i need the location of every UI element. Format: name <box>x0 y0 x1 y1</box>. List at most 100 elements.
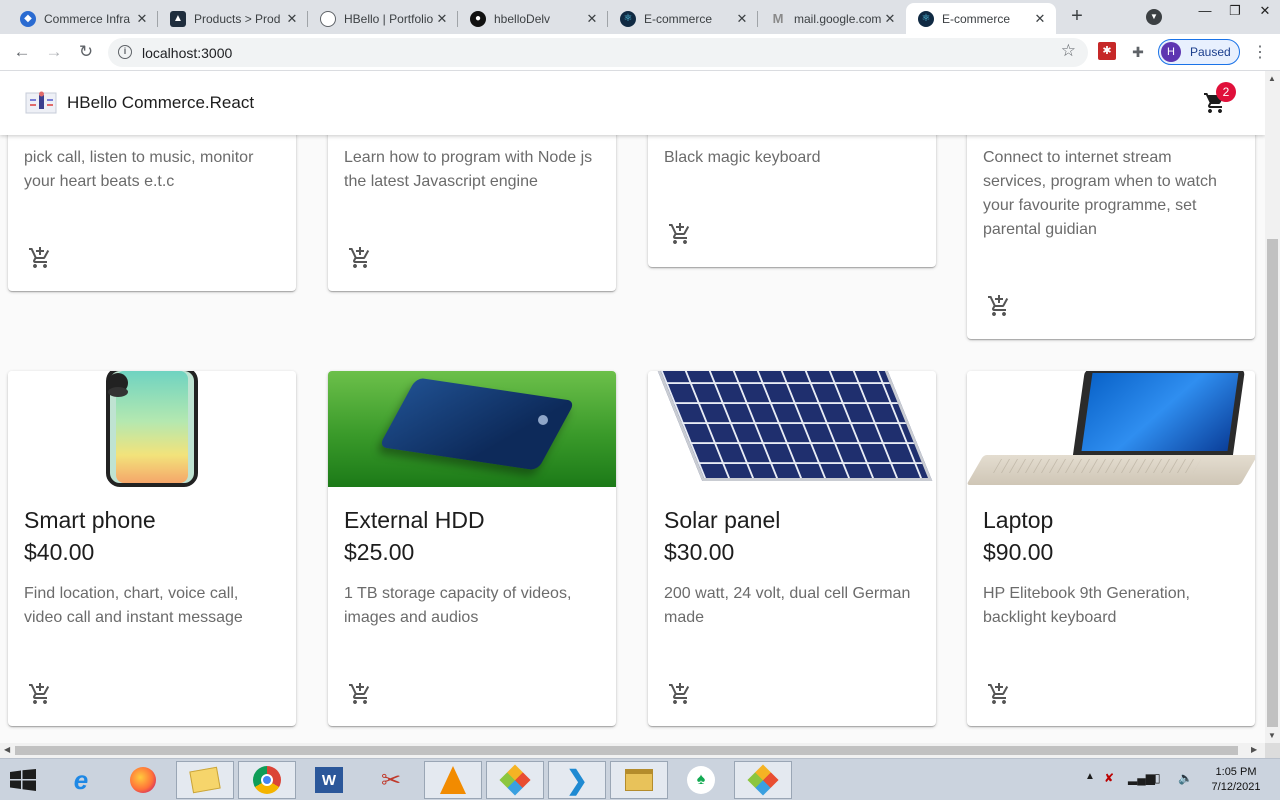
close-window-icon[interactable]: ✕ <box>1250 0 1280 30</box>
back-arrow-icon[interactable]: ← <box>10 40 34 64</box>
browser-tab[interactable]: ▲ Products > Prod ✕ <box>158 3 308 34</box>
horizontal-scrollbar[interactable]: ◀ ▶ <box>0 743 1265 758</box>
product-name: Smart phone <box>24 507 156 533</box>
product-price: $30.00 <box>664 539 735 565</box>
product-name: External HDD <box>344 507 485 533</box>
mongodb-icon[interactable]: ♠ <box>672 761 730 799</box>
url-input[interactable] <box>142 42 1022 63</box>
scroll-right-arrow-icon[interactable]: ▶ <box>1251 745 1257 754</box>
forward-arrow-icon[interactable]: → <box>42 40 66 64</box>
volume-icon[interactable]: 🔈 <box>1178 771 1193 785</box>
app-bar: HBello Commerce.React 2 <box>0 71 1265 135</box>
product-description: pick call, listen to music, monitor your… <box>24 149 254 190</box>
chrome-icon[interactable] <box>238 761 296 799</box>
site-info-icon[interactable]: i <box>118 45 132 59</box>
browser-toolbar: ← → ↻ i ☆ ✱ ✚ H Paused ⋮ <box>0 34 1280 71</box>
battery-icon[interactable]: ▯ <box>1154 771 1161 785</box>
github-icon: ● <box>470 10 486 27</box>
ie-icon[interactable]: e <box>52 761 110 799</box>
product-price: $25.00 <box>344 539 415 565</box>
product-card: Smart phone $40.00 Find location, chart,… <box>8 371 296 726</box>
git-icon[interactable] <box>486 761 544 799</box>
git-gui-icon[interactable] <box>734 761 792 799</box>
browser-tab[interactable]: M mail.google.com ✕ <box>758 3 906 34</box>
firefox-icon[interactable] <box>114 761 172 799</box>
tab-search-icon[interactable]: ▼ <box>1146 9 1162 25</box>
network-warning-icon[interactable]: ✘ <box>1104 771 1114 785</box>
scroll-down-arrow-icon[interactable]: ▼ <box>1268 731 1276 740</box>
profile-button[interactable]: H Paused <box>1158 39 1240 65</box>
commerce-logo-icon: ◆ <box>20 10 36 27</box>
explorer-icon[interactable] <box>610 761 668 799</box>
close-tab-icon[interactable]: ✕ <box>882 11 898 27</box>
browser-tab-strip: ◆ Commerce Infra ✕ ▲ Products > Prod ✕ H… <box>0 0 1280 34</box>
bookmark-star-icon[interactable]: ☆ <box>1061 41 1076 61</box>
react-icon: ⚛ <box>620 10 636 27</box>
vertical-scrollbar[interactable]: ▲ ▼ <box>1265 71 1280 743</box>
vlc-icon[interactable] <box>424 761 482 799</box>
clock-time: 1:05 PM <box>1215 766 1257 778</box>
product-price: $40.00 <box>24 539 95 565</box>
close-tab-icon[interactable]: ✕ <box>434 11 450 27</box>
tab-title: E-commerce <box>942 11 1011 26</box>
close-tab-icon[interactable]: ✕ <box>134 11 150 27</box>
signal-bars-icon[interactable]: ▂▄▆ <box>1128 771 1155 785</box>
browser-tab[interactable]: HBello | Portfolio ✕ <box>308 3 458 34</box>
tab-title: Commerce Infra <box>44 11 131 26</box>
add-to-cart-icon[interactable] <box>28 246 52 270</box>
browser-tab[interactable]: ⚛ E-commerce ✕ <box>608 3 758 34</box>
browser-tab[interactable]: ● hbelloDelv ✕ <box>458 3 608 34</box>
minimize-icon[interactable]: — <box>1190 0 1220 30</box>
vertical-scroll-thumb[interactable] <box>1267 239 1278 727</box>
react-icon: ⚛ <box>918 10 934 27</box>
clock-date: 7/12/2021 <box>1211 781 1261 793</box>
windows-start-icon[interactable] <box>10 769 36 791</box>
product-description: Find location, chart, voice call, video … <box>24 585 243 626</box>
brand-logo-icon[interactable] <box>24 89 58 117</box>
product-card: Learn how to program with Node js the la… <box>328 111 616 291</box>
close-tab-icon[interactable]: ✕ <box>1032 11 1048 27</box>
page-viewport: pick call, listen to music, monitor your… <box>0 71 1265 743</box>
add-to-cart-icon[interactable] <box>668 222 692 246</box>
product-description: 1 TB storage capacity of videos, images … <box>344 585 572 626</box>
scroll-up-arrow-icon[interactable]: ▲ <box>1268 74 1276 83</box>
browser-tab[interactable]: ◆ Commerce Infra ✕ <box>8 3 158 34</box>
tray-expand-icon[interactable]: ▲ <box>1085 771 1095 782</box>
add-to-cart-icon[interactable] <box>987 682 1011 706</box>
close-tab-icon[interactable]: ✕ <box>284 11 300 27</box>
laptop-image <box>967 371 1255 487</box>
add-to-cart-icon[interactable] <box>348 682 372 706</box>
add-to-cart-icon[interactable] <box>668 682 692 706</box>
horizontal-scroll-thumb[interactable] <box>15 746 1238 755</box>
scrollbar-corner <box>1265 743 1280 758</box>
smartphone-image <box>8 371 296 487</box>
product-price: $90.00 <box>983 539 1054 565</box>
scroll-left-arrow-icon[interactable]: ◀ <box>4 745 10 754</box>
close-tab-icon[interactable]: ✕ <box>734 11 750 27</box>
product-name: Laptop <box>983 507 1054 533</box>
product-description: Connect to internet stream services, pro… <box>983 149 1217 238</box>
word-icon[interactable]: W <box>300 761 358 799</box>
add-to-cart-icon[interactable] <box>348 246 372 270</box>
extension-icon[interactable]: ✱ <box>1098 42 1116 60</box>
restore-icon[interactable]: ❐ <box>1220 0 1250 30</box>
tab-title: hbelloDelv <box>494 11 551 26</box>
tab-title: Products > Prod <box>194 11 281 26</box>
product-card: Laptop $90.00 HP Elitebook 9th Generatio… <box>967 371 1255 726</box>
product-name: Solar panel <box>664 507 781 533</box>
close-tab-icon[interactable]: ✕ <box>584 11 600 27</box>
reload-icon[interactable]: ↻ <box>74 40 98 64</box>
file-manager-icon[interactable] <box>176 761 234 799</box>
add-to-cart-icon[interactable] <box>987 294 1011 318</box>
extensions-puzzle-icon[interactable]: ✚ <box>1128 42 1148 62</box>
product-description: Black magic keyboard <box>664 149 821 166</box>
vscode-icon[interactable]: ❯ <box>548 761 606 799</box>
system-clock[interactable]: 1:05 PM 7/12/2021 <box>1206 765 1266 795</box>
snipping-icon[interactable]: ✂ <box>362 761 420 799</box>
new-tab-button[interactable]: + <box>1064 5 1090 29</box>
browser-menu-icon[interactable]: ⋮ <box>1252 42 1268 62</box>
add-to-cart-icon[interactable] <box>28 682 52 706</box>
browser-tab-active[interactable]: ⚛ E-commerce ✕ <box>906 3 1056 34</box>
address-bar[interactable]: i ☆ <box>108 38 1088 67</box>
brand-title[interactable]: HBello Commerce.React <box>67 93 254 113</box>
